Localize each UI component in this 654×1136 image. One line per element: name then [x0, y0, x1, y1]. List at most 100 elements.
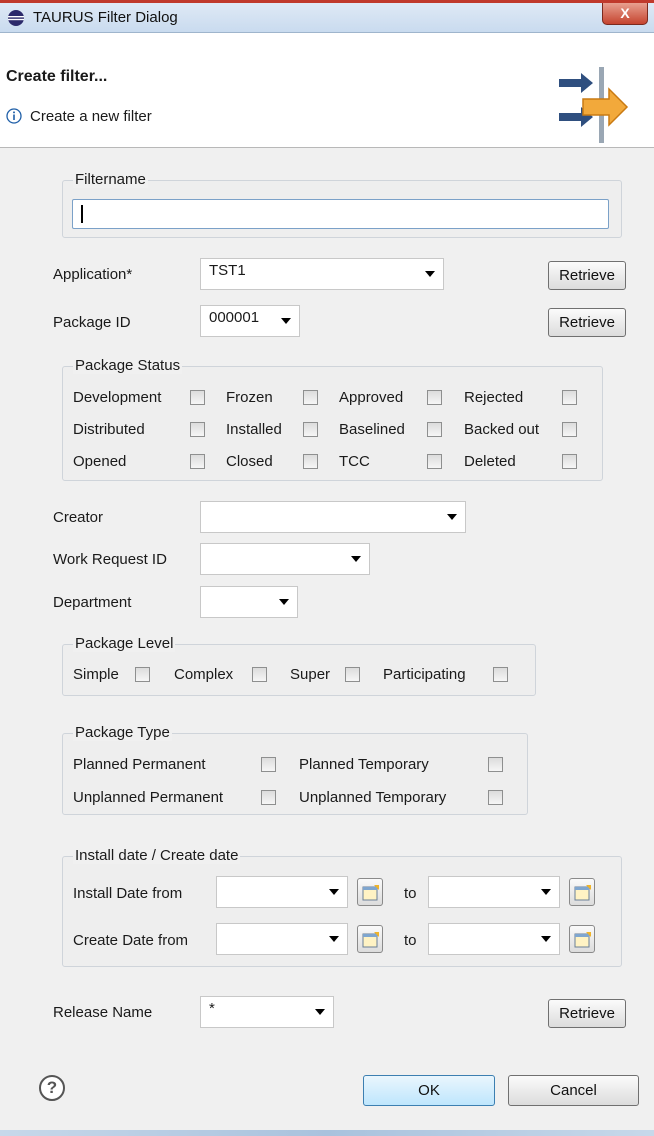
status-checkbox-distributed[interactable] [190, 422, 205, 437]
create-to-calendar-button[interactable] [569, 925, 595, 953]
dialog-header: Create filter... Create a new filter [0, 33, 654, 148]
status-checkbox-backed-out[interactable] [562, 422, 577, 437]
header-title: Create filter... [6, 68, 108, 85]
help-icon[interactable]: ? [39, 1075, 65, 1101]
install-from-calendar-button[interactable] [357, 878, 383, 906]
status-label-opened: Opened [73, 453, 127, 470]
package-type-group-label: Package Type [73, 724, 172, 741]
status-label-tcc: TCC [339, 453, 370, 470]
window-bottom-edge [0, 1130, 654, 1136]
status-label-backed-out: Backed out [464, 421, 540, 438]
text-caret [81, 205, 83, 223]
type-label-unplanned-temporary: Unplanned Temporary [299, 789, 447, 806]
window-title: TAURUS Filter Dialog [33, 9, 178, 26]
creator-label: Creator [53, 509, 104, 526]
info-icon [6, 108, 22, 124]
package-id-select-value: 000001 [209, 309, 260, 326]
application-select-value: TST1 [209, 262, 246, 279]
status-label-distributed: Distributed [73, 421, 145, 438]
filtername-group-label: Filtername [73, 171, 148, 188]
status-checkbox-opened[interactable] [190, 454, 205, 469]
chevron-down-icon [351, 556, 361, 562]
chevron-down-icon [541, 889, 551, 895]
work-request-select[interactable] [200, 543, 370, 575]
dates-group-label: Install date / Create date [73, 847, 241, 864]
chevron-down-icon [279, 599, 289, 605]
release-retrieve-button[interactable]: Retrieve [548, 999, 626, 1028]
chevron-down-icon [447, 514, 457, 520]
status-checkbox-tcc[interactable] [427, 454, 442, 469]
status-label-installed: Installed [226, 421, 282, 438]
install-date-label: Install Date from [73, 885, 183, 902]
type-checkbox-unplanned-permanent[interactable] [261, 790, 276, 805]
type-checkbox-planned-temporary[interactable] [488, 757, 503, 772]
package-id-retrieve-button[interactable]: Retrieve [548, 308, 626, 337]
release-name-label: Release Name [53, 1004, 153, 1021]
level-label-participating: Participating [383, 666, 466, 683]
status-label-deleted: Deleted [464, 453, 516, 470]
status-checkbox-approved[interactable] [427, 390, 442, 405]
calendar-icon [574, 885, 591, 901]
chevron-down-icon [329, 889, 339, 895]
create-date-to-select[interactable] [428, 923, 560, 955]
status-label-frozen: Frozen [226, 389, 273, 406]
type-label-planned-permanent: Planned Permanent [73, 756, 206, 773]
chevron-down-icon [329, 936, 339, 942]
calendar-icon [362, 932, 379, 948]
chevron-down-icon [541, 936, 551, 942]
level-checkbox-participating[interactable] [493, 667, 508, 682]
application-label: Application* [53, 266, 133, 283]
status-checkbox-deleted[interactable] [562, 454, 577, 469]
level-label-super: Super [290, 666, 331, 683]
package-id-select[interactable]: 000001 [200, 305, 300, 337]
package-id-label: Package ID [53, 314, 131, 331]
chevron-down-icon [425, 271, 435, 277]
status-label-approved: Approved [339, 389, 404, 406]
create-date-from-select[interactable] [216, 923, 348, 955]
status-checkbox-baselined[interactable] [427, 422, 442, 437]
creator-select[interactable] [200, 501, 466, 533]
level-checkbox-complex[interactable] [252, 667, 267, 682]
install-to-calendar-button[interactable] [569, 878, 595, 906]
type-checkbox-unplanned-temporary[interactable] [488, 790, 503, 805]
create-to-label: to [404, 932, 417, 949]
status-label-development: Development [73, 389, 162, 406]
type-label-unplanned-permanent: Unplanned Permanent [73, 789, 224, 806]
create-date-label: Create Date from [73, 932, 189, 949]
status-label-closed: Closed [226, 453, 273, 470]
title-bar[interactable]: TAURUS Filter Dialog X [0, 3, 654, 33]
work-request-label: Work Request ID [53, 551, 167, 568]
level-label-complex: Complex [174, 666, 234, 683]
level-checkbox-simple[interactable] [135, 667, 150, 682]
header-message: Create a new filter [30, 108, 152, 125]
status-label-rejected: Rejected [464, 389, 524, 406]
type-label-planned-temporary: Planned Temporary [299, 756, 429, 773]
create-from-calendar-button[interactable] [357, 925, 383, 953]
install-date-to-select[interactable] [428, 876, 560, 908]
release-name-select[interactable]: * [200, 996, 334, 1028]
install-date-from-select[interactable] [216, 876, 348, 908]
status-checkbox-frozen[interactable] [303, 390, 318, 405]
package-status-group-label: Package Status [73, 357, 183, 374]
filtername-input[interactable] [72, 199, 609, 229]
level-checkbox-super[interactable] [345, 667, 360, 682]
application-select[interactable]: TST1 [200, 258, 444, 290]
department-select[interactable] [200, 586, 298, 618]
status-checkbox-closed[interactable] [303, 454, 318, 469]
type-checkbox-planned-permanent[interactable] [261, 757, 276, 772]
department-label: Department [53, 594, 132, 611]
release-name-select-value: * [209, 1000, 215, 1017]
calendar-icon [574, 932, 591, 948]
status-checkbox-rejected[interactable] [562, 390, 577, 405]
calendar-icon [362, 885, 379, 901]
application-retrieve-button[interactable]: Retrieve [548, 261, 626, 290]
status-checkbox-development[interactable] [190, 390, 205, 405]
cancel-button[interactable]: Cancel [508, 1075, 639, 1106]
dialog-window: TAURUS Filter Dialog X Create filter... … [0, 0, 654, 1136]
eclipse-app-icon [8, 10, 24, 26]
level-label-simple: Simple [73, 666, 119, 683]
ok-button[interactable]: OK [363, 1075, 495, 1106]
chevron-down-icon [281, 318, 291, 324]
status-checkbox-installed[interactable] [303, 422, 318, 437]
close-button[interactable]: X [602, 3, 648, 25]
